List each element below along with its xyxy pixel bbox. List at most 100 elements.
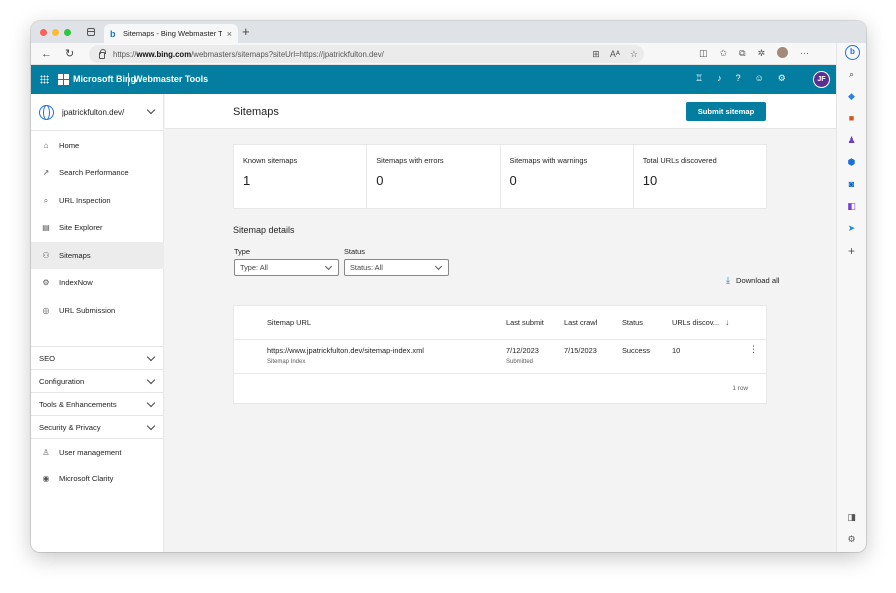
smiley-icon[interactable]: ☺	[755, 73, 764, 84]
extensions-icon[interactable]: ✲	[758, 48, 766, 59]
column-header-last-submit[interactable]: Last submit	[506, 318, 544, 327]
sidebar-item-label: URL Inspection	[59, 196, 111, 205]
profile-icon[interactable]	[777, 47, 789, 58]
favorite-icon[interactable]: ☆	[630, 49, 638, 60]
column-header-urls-discovered[interactable]: URLs discov... ↓	[672, 318, 729, 327]
bing-favicon-icon: b	[110, 28, 116, 39]
edge-sidebar: b ⌕ ◆ ■ ♟ ⬢ ◙ ◧ ➤ + ◨ ⚙	[836, 43, 866, 552]
trend-icon: ↗	[42, 168, 50, 177]
left-nav: jpatrickfulton.dev/ ⌂ Home ↗ Search Perf…	[31, 94, 164, 552]
sidebar-item-search-performance[interactable]: ↗ Search Performance	[31, 159, 164, 186]
section-title: Sitemap details	[233, 225, 295, 235]
status-filter-select[interactable]: Status: All	[344, 259, 449, 276]
main-content: Sitemaps Submit sitemap Known sitemaps 1…	[165, 94, 836, 552]
close-window-button[interactable]	[40, 29, 47, 36]
chevron-down-icon[interactable]	[146, 352, 156, 362]
read-aloud-icon[interactable]: Aᴬ	[610, 49, 620, 60]
stat-value: 0	[509, 173, 517, 188]
sidebar-toggle-icon[interactable]: ◨	[846, 512, 857, 523]
lock-icon[interactable]	[99, 48, 106, 59]
stat-total-urls-discovered: Total URLs discovered 10	[634, 145, 766, 208]
indexnow-icon: ⚙	[42, 278, 50, 287]
sidebar-item-url-submission[interactable]: ◎ URL Submission	[31, 297, 164, 324]
sidebar-item-indexnow[interactable]: ⚙ IndexNow	[31, 269, 164, 296]
collections-icon[interactable]: ⧉	[739, 48, 745, 59]
sidebar-group-label: Security & Privacy	[39, 422, 101, 432]
send-icon[interactable]: ➤	[846, 223, 857, 234]
stat-value: 1	[243, 173, 251, 188]
sort-descending-icon[interactable]: ↓	[725, 318, 729, 327]
refresh-icon[interactable]: ↻	[65, 47, 74, 61]
download-all-button[interactable]: ⤓ Download all	[726, 275, 779, 286]
outlook-icon[interactable]: ◙	[846, 179, 857, 190]
office-icon[interactable]: ⬢	[846, 157, 857, 168]
address-bar[interactable]: https://www.bing.com/webmasters/sitemaps…	[89, 45, 644, 63]
tab-title: Sitemaps - Bing Webmaster Tc	[123, 29, 222, 38]
sidebar-group-configuration[interactable]: Configuration	[31, 369, 164, 392]
sidebar-group-label: Configuration	[39, 376, 85, 386]
submit-sitemap-button[interactable]: Submit sitemap	[686, 102, 766, 121]
stat-label: Known sitemaps	[243, 156, 298, 165]
back-icon[interactable]: ←	[41, 47, 52, 61]
avatar[interactable]: JF	[813, 71, 830, 88]
urls-discovered-cell: 10	[672, 346, 681, 355]
chevron-down-icon[interactable]	[434, 262, 443, 271]
shopping-icon[interactable]: ◆	[846, 91, 857, 102]
add-icon[interactable]: +	[846, 245, 857, 257]
chevron-down-icon[interactable]	[146, 375, 156, 385]
sidebar-item-site-explorer[interactable]: ▤ Site Explorer	[31, 214, 164, 241]
brand-name[interactable]: Microsoft Bing	[73, 74, 136, 84]
more-icon[interactable]: ···	[800, 48, 809, 59]
sitemap-url-cell[interactable]: https://www.jpatrickfulton.dev/sitemap-i…	[267, 346, 424, 355]
split-screen-icon[interactable]: ◫	[699, 48, 708, 59]
address-url[interactable]: https://www.bing.com/webmasters/sitemaps…	[113, 50, 384, 59]
help-icon[interactable]: ?	[736, 73, 741, 84]
sidebar-item-sitemaps[interactable]: ⚇ Sitemaps	[31, 242, 164, 269]
zoom-window-button[interactable]	[64, 29, 71, 36]
app-icon[interactable]: ⊞	[592, 49, 600, 60]
globe-icon: ◎	[42, 306, 50, 315]
sidebar-group-seo[interactable]: SEO	[31, 346, 164, 369]
more-vertical-icon[interactable]: ⋮	[749, 345, 758, 354]
trophy-icon[interactable]: ♖	[695, 73, 703, 84]
browser-tab[interactable]: b Sitemaps - Bing Webmaster Tc ×	[104, 24, 238, 43]
tab-actions-icon[interactable]	[87, 28, 95, 36]
sidebar-group-security-privacy[interactable]: Security & Privacy	[31, 415, 164, 438]
sidebar-item-user-management[interactable]: ♙ User management	[31, 438, 164, 465]
bing-chat-icon[interactable]: b	[845, 45, 860, 60]
sidebar-item-home[interactable]: ⌂ Home	[31, 132, 164, 159]
new-tab-button[interactable]: +	[242, 25, 250, 39]
minimize-window-button[interactable]	[52, 29, 59, 36]
sidebar-item-microsoft-clarity[interactable]: ◉ Microsoft Clarity	[31, 465, 164, 492]
browser-window: b Sitemaps - Bing Webmaster Tc × + ← ↻ h…	[31, 21, 866, 552]
column-header-status[interactable]: Status	[622, 318, 643, 327]
favorites-icon[interactable]: ✩	[720, 48, 728, 59]
games-icon[interactable]: ♟	[846, 135, 857, 146]
chevron-down-icon[interactable]	[324, 262, 333, 271]
page-header: Sitemaps Submit sitemap	[165, 94, 836, 129]
site-picker[interactable]: jpatrickfulton.dev/	[31, 94, 164, 131]
column-header-sitemap-url[interactable]: Sitemap URL	[267, 318, 311, 327]
status-filter-value: Status: All	[350, 263, 383, 272]
column-header-last-crawl[interactable]: Last crawl	[564, 318, 597, 327]
settings-icon[interactable]: ⚙	[846, 534, 857, 545]
tab-close-icon[interactable]: ×	[227, 29, 232, 39]
sidebar-item-label: URL Submission	[59, 306, 116, 315]
bell-icon[interactable]: ♪	[717, 73, 722, 84]
chevron-down-icon[interactable]	[146, 105, 156, 115]
gear-icon[interactable]: ⚙	[778, 73, 786, 84]
sidebar-group-tools-enhancements[interactable]: Tools & Enhancements	[31, 392, 164, 415]
product-name[interactable]: Webmaster Tools	[134, 74, 208, 84]
sidebar-item-url-inspection[interactable]: ⌕ URL Inspection	[31, 187, 164, 214]
stats-summary: Known sitemaps 1 Sitemaps with errors 0 …	[234, 145, 766, 208]
stat-label: Sitemaps with warnings	[509, 156, 588, 165]
type-filter-select[interactable]: Type: All	[234, 259, 339, 276]
chevron-down-icon[interactable]	[146, 421, 156, 431]
chevron-down-icon[interactable]	[146, 398, 156, 408]
type-filter-value: Type: All	[240, 263, 268, 272]
app-launcher-icon[interactable]	[40, 75, 49, 84]
search-icon[interactable]: ⌕	[846, 69, 857, 80]
sidebar-item-label: IndexNow	[59, 278, 93, 287]
tools-icon[interactable]: ■	[846, 113, 857, 124]
designer-icon[interactable]: ◧	[846, 201, 857, 212]
